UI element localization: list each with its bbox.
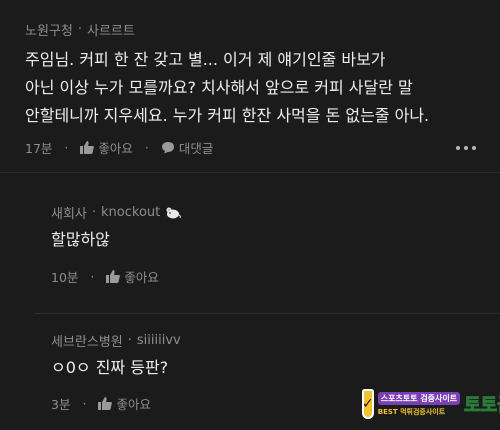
comment-card: 노원구청 · 사르르트 주임님. 커피 한 잔 갖고 별... 이거 제 얘기인…: [0, 0, 500, 172]
reply-company: knockout: [101, 205, 161, 220]
reply-time: 10분: [51, 270, 79, 285]
reply-company: siiiiiivv: [136, 333, 181, 348]
comment-line: 주임님. 커피 한 잔 갖고 별... 이거 제 얘기인줄 바보가: [25, 50, 386, 69]
comment-body: 주임님. 커피 한 잔 갖고 별... 이거 제 얘기인줄 바보가 아닌 이상 …: [25, 46, 429, 130]
reply-meta: 새회사 · knockout: [51, 203, 182, 222]
action-separator: ·: [90, 269, 95, 284]
watermark-badge: ✓ 스포츠토토 검증사이트 BEST 먹튀검증사이트 토토군: [362, 382, 500, 426]
reply-actions: 10분 · 좋아요: [51, 267, 159, 286]
reply-label: 대댓글: [178, 141, 214, 156]
reply-time: 3분: [51, 397, 71, 412]
comment-time: 17분: [25, 141, 53, 156]
thumbs-up-icon: [98, 397, 113, 410]
more-options-button[interactable]: [456, 146, 476, 150]
watermark-logo-text: 토토군: [464, 395, 500, 417]
watermark-text: 스포츠토토 검증사이트 BEST 먹튀검증사이트: [377, 391, 461, 417]
action-separator: ·: [82, 396, 87, 411]
like-button[interactable]: 좋아요: [98, 394, 151, 413]
meta-separator: ·: [77, 22, 82, 37]
reply-meta: 세브란스병원 · siiiiiivv: [51, 331, 181, 350]
comment-line: 안할테니까 지우세요. 누가 커피 한잔 사먹을 돈 없는줄 아나.: [25, 106, 430, 125]
reply-nickname[interactable]: 세브란스병원: [51, 331, 123, 350]
like-button[interactable]: 좋아요: [80, 138, 133, 157]
comment-actions: 17분 · 좋아요 · 대댓글: [25, 138, 213, 157]
like-label: 좋아요: [116, 397, 151, 412]
action-separator: ·: [64, 140, 69, 155]
mouse-icon: [165, 207, 182, 219]
like-label: 좋아요: [98, 141, 133, 156]
meta-separator: ·: [127, 333, 132, 348]
thumbs-up-icon: [80, 141, 95, 154]
comment-company: 사르르트: [86, 24, 135, 39]
watermark-line2: BEST 먹튀검증사이트: [377, 407, 446, 416]
reply-actions: 3분 · 좋아요: [51, 394, 151, 413]
comment-nickname[interactable]: 노원구청: [25, 20, 73, 39]
speech-bubble-icon: [161, 141, 175, 154]
watermark-line1: 스포츠토토 검증사이트: [377, 391, 461, 405]
more-dots-icon: [456, 146, 460, 150]
comment-meta: 노원구청 · 사르르트: [25, 20, 135, 39]
reply-nickname[interactable]: 새회사: [51, 203, 87, 222]
comment-line: 아닌 이상 누가 모를까요? 치사해서 앞으로 커피 사달란 말: [25, 78, 413, 97]
thumbs-up-icon: [106, 270, 121, 283]
reply-body: 할많하않: [51, 230, 110, 249]
shield-icon: ✓: [362, 389, 374, 419]
reply-body: ㅇ0ㅇ 진짜 등판?: [51, 358, 169, 377]
reply-button[interactable]: 대댓글: [161, 138, 214, 157]
action-separator: ·: [144, 140, 149, 155]
meta-separator: ·: [91, 205, 97, 220]
reply-card: 새회사 · knockout 할많하않 10분 · 좋아요: [34, 173, 500, 313]
like-label: 좋아요: [124, 270, 159, 285]
like-button[interactable]: 좋아요: [106, 267, 159, 286]
